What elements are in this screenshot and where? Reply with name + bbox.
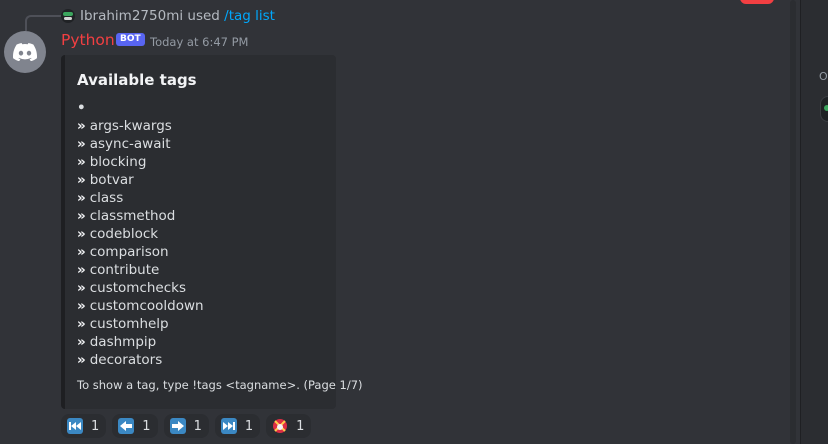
discord-logo-icon xyxy=(13,43,37,61)
reply-username[interactable]: Ibrahim2750mi xyxy=(80,8,183,24)
embed-tag-list: • » args-kwargs » async-await » blocking » b… xyxy=(77,99,204,369)
stop-icon xyxy=(272,418,288,434)
slash-command-link[interactable]: /tag list xyxy=(224,8,275,24)
reply-avatar[interactable] xyxy=(61,9,75,23)
panel-divider xyxy=(800,0,801,444)
chat-scrollbar[interactable] xyxy=(790,0,796,444)
reaction-count: 1 xyxy=(91,418,100,434)
new-messages-badge[interactable] xyxy=(740,0,774,4)
reply-connector xyxy=(25,15,61,31)
list-item: » classmethod xyxy=(77,208,176,224)
reaction-bar: 1 1 1 1 1 xyxy=(61,414,312,438)
message-author[interactable]: Python xyxy=(61,31,115,49)
reaction-count: 1 xyxy=(296,418,305,434)
list-item: » customchecks xyxy=(77,280,187,296)
member-panel-initial: O xyxy=(819,70,828,83)
list-item: » decorators xyxy=(77,352,163,368)
bot-badge: BOT xyxy=(116,33,145,46)
list-item: » blocking xyxy=(77,154,147,170)
list-item: • xyxy=(77,100,86,116)
embed-title: Available tags xyxy=(77,71,197,89)
next-page-icon xyxy=(169,418,186,434)
list-item: » args-kwargs xyxy=(77,118,172,134)
reaction-next-page[interactable]: 1 xyxy=(163,414,209,438)
list-item: » botvar xyxy=(77,172,134,188)
last-page-icon xyxy=(220,418,237,434)
embed-footer: To show a tag, type !tags <tagname>. (Pa… xyxy=(77,378,363,392)
list-item: » customhelp xyxy=(77,316,169,332)
list-item: » async-await xyxy=(77,136,171,152)
previous-page-icon xyxy=(118,418,135,434)
reaction-count: 1 xyxy=(142,418,151,434)
reaction-count: 1 xyxy=(244,418,254,434)
list-item: » dashmpip xyxy=(77,334,157,350)
list-item: » class xyxy=(77,190,124,206)
member-avatar[interactable] xyxy=(820,96,828,122)
tags-embed: Available tags • » args-kwargs » async-awa… xyxy=(61,55,363,409)
reaction-stop[interactable]: 1 xyxy=(266,414,312,438)
list-item: » contribute xyxy=(77,262,160,278)
member-panel xyxy=(800,0,828,444)
reaction-first-page[interactable]: 1 xyxy=(61,414,107,438)
interaction-reference[interactable]: Ibrahim2750mi used /tag list xyxy=(80,8,275,24)
reply-used-label: used xyxy=(187,8,220,24)
reaction-count: 1 xyxy=(193,418,202,434)
reaction-previous-page[interactable]: 1 xyxy=(112,414,158,438)
list-item: » comparison xyxy=(77,244,169,260)
bot-avatar[interactable] xyxy=(4,31,46,73)
reaction-last-page[interactable]: 1 xyxy=(214,414,261,438)
list-item: » customcooldown xyxy=(77,298,204,314)
list-item: » codeblock xyxy=(77,226,159,242)
message-timestamp: Today at 6:47 PM xyxy=(150,35,249,49)
first-page-icon xyxy=(67,418,83,434)
